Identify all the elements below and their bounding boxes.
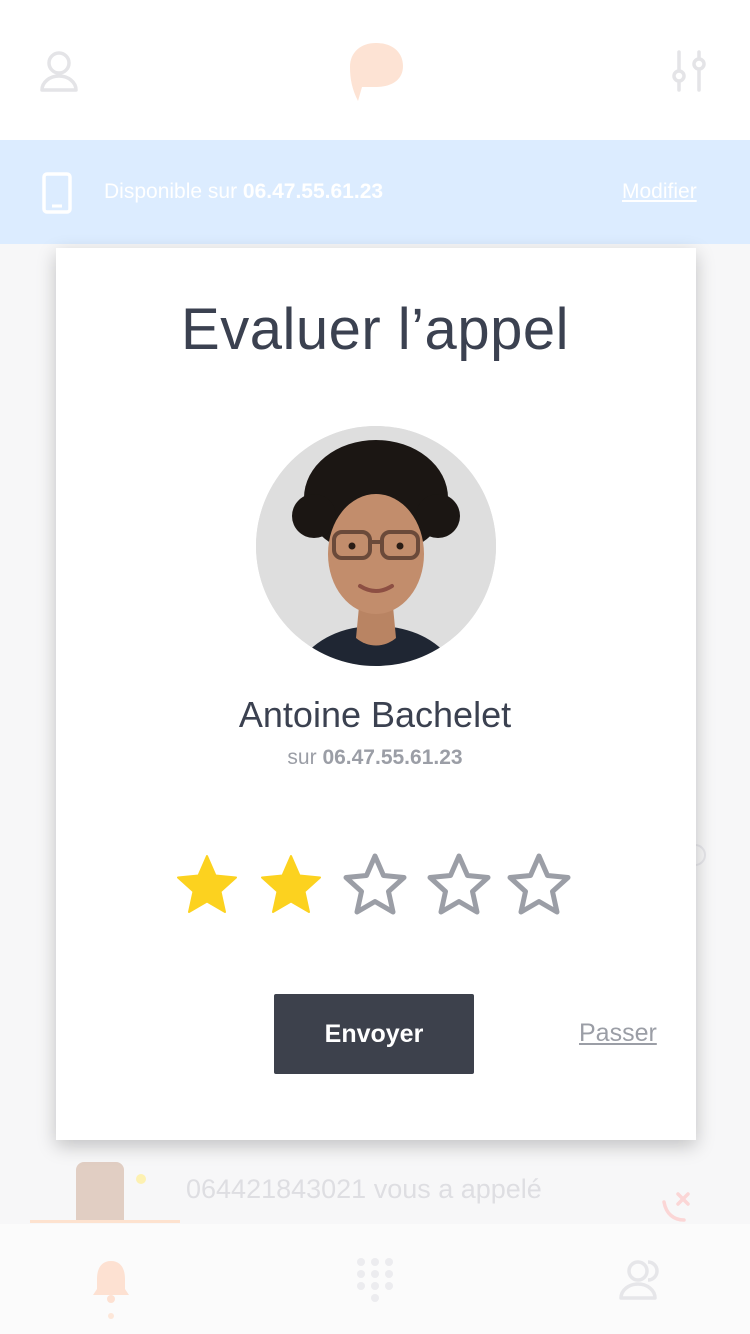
sliders-icon[interactable] xyxy=(664,46,714,96)
recent-call-text: 064421843021 vous a appelé xyxy=(186,1174,542,1204)
star-3-icon[interactable] xyxy=(342,852,408,918)
send-button[interactable]: Envoyer xyxy=(274,994,474,1074)
app-logo xyxy=(346,40,406,104)
star-rating xyxy=(0,852,750,922)
unread-badge xyxy=(136,1174,146,1184)
contact-name: Antoine Bachelet xyxy=(238,694,512,735)
star-2-icon[interactable] xyxy=(258,852,324,918)
availability-text: Disponible sur 06.47.55.61.23 xyxy=(104,180,384,203)
contact-number-prefix: sur xyxy=(287,746,317,769)
contact-number: 06.47.55.61.23 xyxy=(322,746,463,769)
active-tab-indicator xyxy=(30,1220,180,1223)
dialog-title: Evaluer l’appel xyxy=(181,297,569,362)
bell-icon[interactable] xyxy=(86,1254,136,1306)
active-dot xyxy=(108,1313,114,1319)
skip-link[interactable]: Passer xyxy=(579,1019,657,1048)
contact-avatar xyxy=(256,426,496,666)
edit-number-link[interactable]: Modifier xyxy=(622,180,697,204)
star-1-icon[interactable] xyxy=(174,852,240,918)
contact-number-line: sur 06.47.55.61.23 xyxy=(0,746,750,770)
star-5-icon[interactable] xyxy=(506,852,572,918)
dialpad-icon[interactable] xyxy=(350,1254,400,1306)
caller-avatar xyxy=(76,1162,124,1222)
contacts-icon[interactable] xyxy=(616,1254,666,1306)
star-4-icon[interactable] xyxy=(426,852,492,918)
smartphone-icon xyxy=(42,172,72,214)
user-icon[interactable] xyxy=(34,46,84,96)
missed-call-icon xyxy=(660,1192,694,1222)
availability-number: 06.47.55.61.23 xyxy=(242,180,384,203)
